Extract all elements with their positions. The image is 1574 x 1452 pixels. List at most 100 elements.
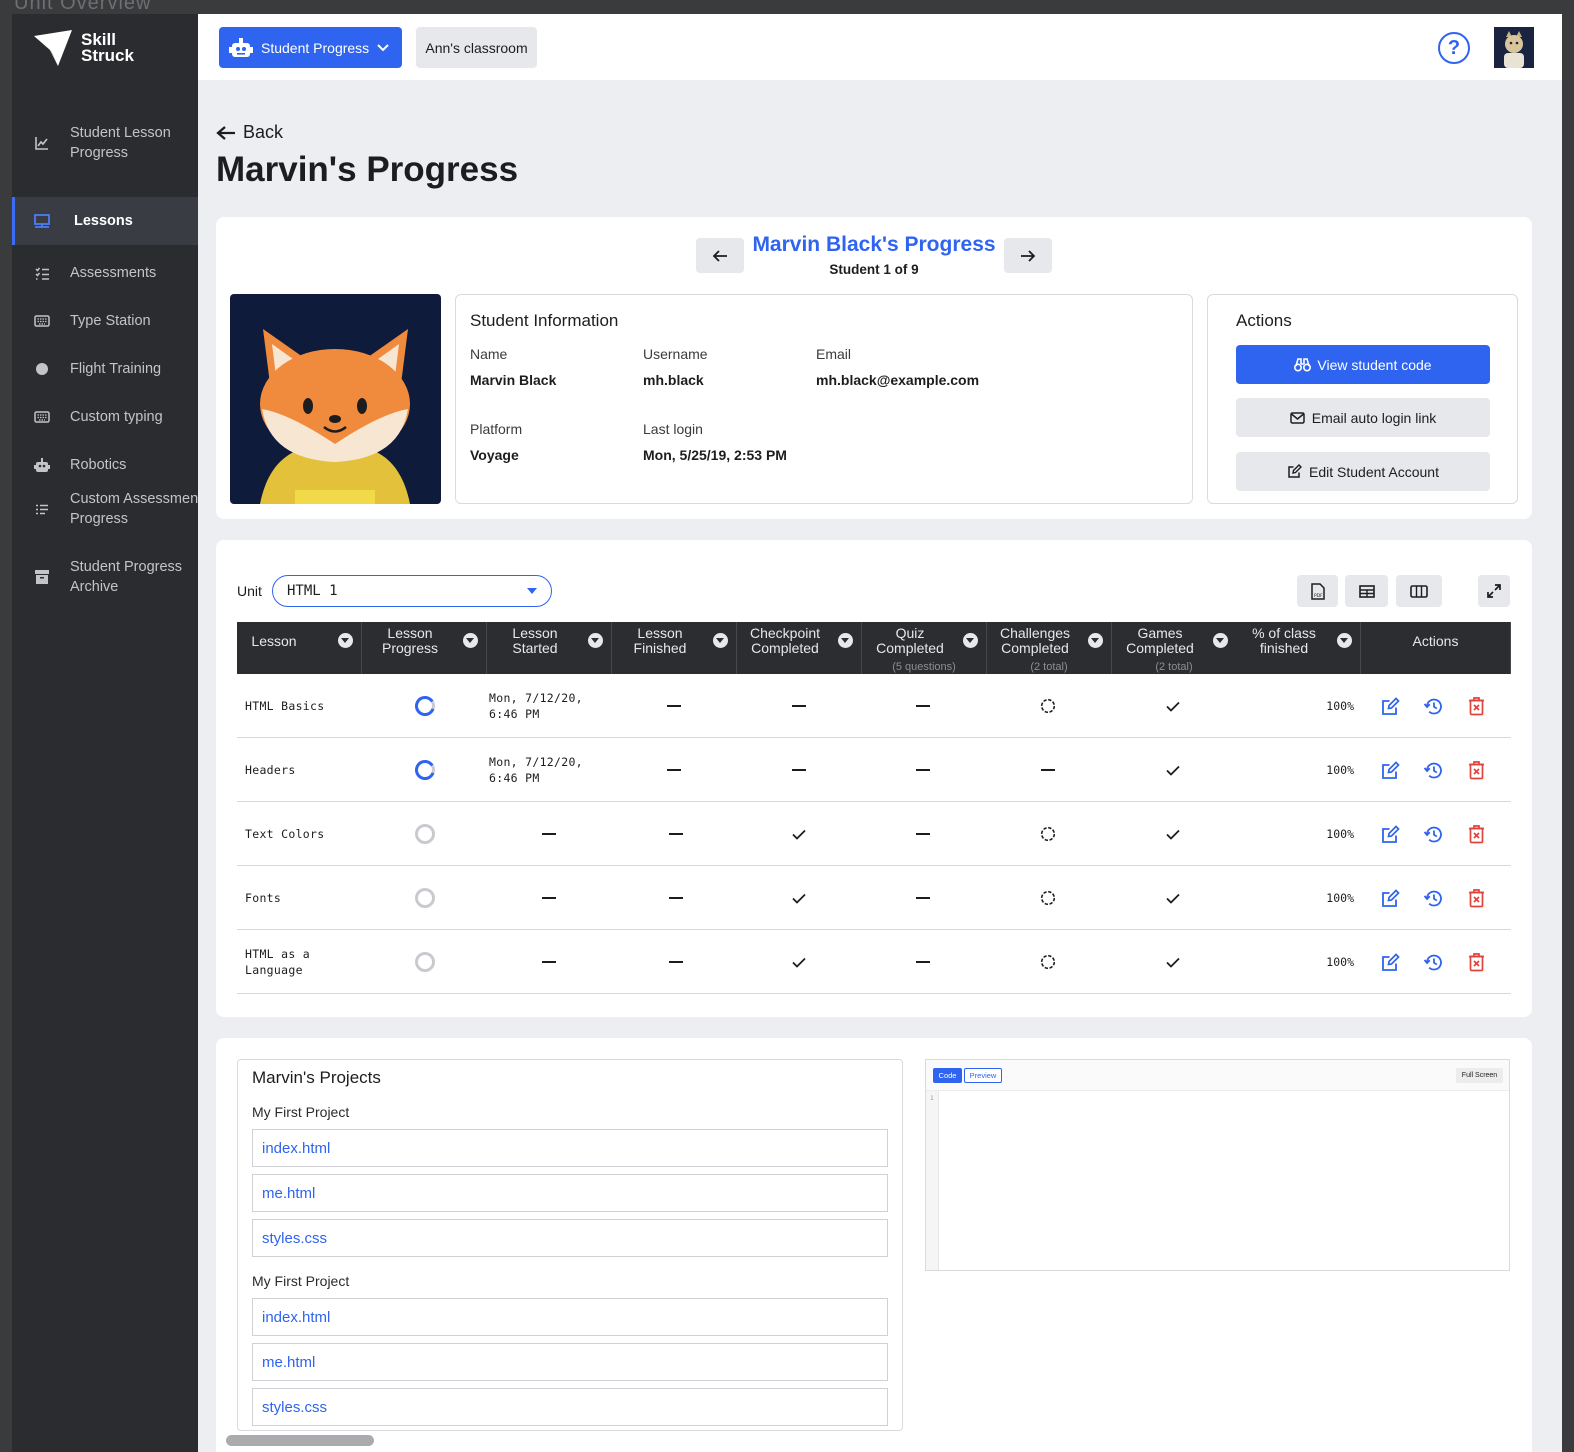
horizontal-scrollbar[interactable] xyxy=(226,1435,374,1446)
sort-dropdown-icon[interactable] xyxy=(463,633,478,648)
table-row[interactable]: Headers Mon, 7/12/20, 6:46 PM 100% xyxy=(237,738,1511,802)
student-information-panel: Student Information Name Marvin Black Us… xyxy=(455,294,1193,504)
history-icon[interactable] xyxy=(1424,761,1444,780)
next-student-button[interactable] xyxy=(1004,238,1052,273)
sidebar-item-custom-assessment-progress[interactable]: Custom Assessment Progress xyxy=(12,481,202,537)
sort-dropdown-icon[interactable] xyxy=(338,633,353,648)
view-student-code-label: View student code xyxy=(1317,356,1432,373)
table-view-button[interactable] xyxy=(1345,575,1388,607)
table-row[interactable]: HTML Basics Mon, 7/12/20, 6:46 PM 100% xyxy=(237,674,1511,738)
view-student-code-button[interactable]: View student code xyxy=(1236,345,1490,384)
sidebar-item-assessments[interactable]: Assessments xyxy=(12,249,198,297)
sort-dropdown-icon[interactable] xyxy=(963,633,978,648)
column-header[interactable]: % of class finished xyxy=(1236,622,1361,674)
sidebar-item-student-progress-archive[interactable]: Student Progress Archive xyxy=(12,549,198,605)
history-icon[interactable] xyxy=(1424,697,1444,716)
edit-icon[interactable] xyxy=(1381,824,1400,844)
check-icon xyxy=(1166,765,1180,776)
delete-icon[interactable] xyxy=(1468,824,1485,844)
project-file-link[interactable]: styles.css xyxy=(252,1388,888,1426)
classroom-button[interactable]: Ann's classroom xyxy=(416,27,537,68)
table-row[interactable]: Fonts 100% xyxy=(237,866,1511,930)
table-row[interactable]: Text Colors 100% xyxy=(237,802,1511,866)
sidebar-item-custom-typing[interactable]: Custom typing xyxy=(12,393,198,441)
columns-view-button[interactable] xyxy=(1396,575,1442,607)
edit-icon[interactable] xyxy=(1381,760,1400,780)
sidebar-item-label: Lessons xyxy=(74,213,133,229)
column-header-label: Completed xyxy=(876,640,944,656)
keyboard-icon xyxy=(34,313,50,329)
previous-student-button[interactable] xyxy=(696,238,744,273)
history-icon[interactable] xyxy=(1424,953,1444,972)
full-screen-button[interactable]: Full Screen xyxy=(1456,1068,1503,1083)
header: Student Progress Ann's classroom ? xyxy=(198,14,1562,80)
username-value: mh.black xyxy=(643,372,704,388)
export-pdf-button[interactable]: PDF xyxy=(1297,575,1338,607)
table-cell xyxy=(1028,802,1068,866)
project-file-link[interactable]: styles.css xyxy=(252,1219,888,1257)
column-header-label: Lesson xyxy=(387,625,433,641)
avatar[interactable] xyxy=(1494,27,1534,68)
project-file-link[interactable]: index.html xyxy=(252,1129,888,1167)
history-icon[interactable] xyxy=(1424,889,1444,908)
delete-icon[interactable] xyxy=(1468,888,1485,908)
column-header[interactable]: Quiz Completed (5 questions) xyxy=(862,622,987,674)
back-link[interactable]: Back xyxy=(216,122,283,143)
column-header-subtitle: (2 total) xyxy=(1030,661,1068,673)
column-header[interactable]: Lesson xyxy=(237,622,362,674)
table-cell xyxy=(779,930,819,994)
table-cell xyxy=(779,674,819,738)
edit-icon[interactable] xyxy=(1381,952,1400,972)
sort-dropdown-icon[interactable] xyxy=(1088,633,1103,648)
caret-down-icon xyxy=(527,588,537,594)
unit-select[interactable]: HTML 1 xyxy=(272,575,552,607)
dash-icon xyxy=(792,769,806,771)
progress-ring-icon xyxy=(415,824,435,844)
logo[interactable]: Skill Struck xyxy=(34,30,174,82)
sort-dropdown-icon[interactable] xyxy=(588,633,603,648)
column-header[interactable]: Lesson Started xyxy=(487,622,612,674)
column-header[interactable]: Checkpoint Completed xyxy=(737,622,862,674)
lesson-name: Text Colors xyxy=(245,827,325,841)
sort-dropdown-icon[interactable] xyxy=(713,633,728,648)
edit-icon[interactable] xyxy=(1381,888,1400,908)
column-header-label: Quiz xyxy=(895,625,925,641)
column-header[interactable]: Actions xyxy=(1361,622,1511,674)
expand-button[interactable] xyxy=(1478,575,1510,607)
sidebar-item-label: Type Station xyxy=(70,313,151,329)
table-cell xyxy=(1153,930,1193,994)
code-preview-panel: Code Preview Full Screen 1 xyxy=(925,1059,1510,1271)
dash-icon xyxy=(916,833,930,835)
line-gutter xyxy=(926,1091,939,1270)
column-header[interactable]: Challenges Completed (2 total) xyxy=(987,622,1112,674)
column-header-label: Finished xyxy=(633,640,687,656)
delete-icon[interactable] xyxy=(1468,952,1485,972)
sidebar-item-lessons[interactable]: Lessons xyxy=(12,197,198,245)
sidebar-item-flight-training[interactable]: Flight Training xyxy=(12,345,198,393)
project-file-link[interactable]: index.html xyxy=(252,1298,888,1336)
column-header[interactable]: Games Completed (2 total) xyxy=(1112,622,1237,674)
column-header-label: Completed xyxy=(1001,640,1069,656)
sidebar-item-student-lesson-progress[interactable]: Student Lesson Progress xyxy=(12,118,198,168)
sidebar-item-type-station[interactable]: Type Station xyxy=(12,297,198,345)
column-header[interactable]: Lesson Finished xyxy=(612,622,737,674)
email-login-link-button[interactable]: Email auto login link xyxy=(1236,398,1490,437)
help-icon[interactable]: ? xyxy=(1438,32,1470,64)
logo-line2: Struck xyxy=(81,46,134,65)
column-header[interactable]: Lesson Progress xyxy=(362,622,487,674)
student-progress-nav-button[interactable]: Student Progress xyxy=(219,27,402,68)
sort-dropdown-icon[interactable] xyxy=(1213,633,1228,648)
history-icon[interactable] xyxy=(1424,825,1444,844)
delete-icon[interactable] xyxy=(1468,696,1485,716)
code-tab[interactable]: Code xyxy=(933,1068,962,1083)
edit-student-account-button[interactable]: Edit Student Account xyxy=(1236,452,1490,491)
delete-icon[interactable] xyxy=(1468,760,1485,780)
sort-dropdown-icon[interactable] xyxy=(1337,633,1352,648)
sort-dropdown-icon[interactable] xyxy=(838,633,853,648)
project-file-link[interactable]: me.html xyxy=(252,1343,888,1381)
table-row[interactable]: HTML as a Language 100% xyxy=(237,930,1511,994)
project-file-link[interactable]: me.html xyxy=(252,1174,888,1212)
preview-tab[interactable]: Preview xyxy=(964,1068,1002,1083)
check-icon xyxy=(1166,701,1180,712)
edit-icon[interactable] xyxy=(1381,696,1400,716)
